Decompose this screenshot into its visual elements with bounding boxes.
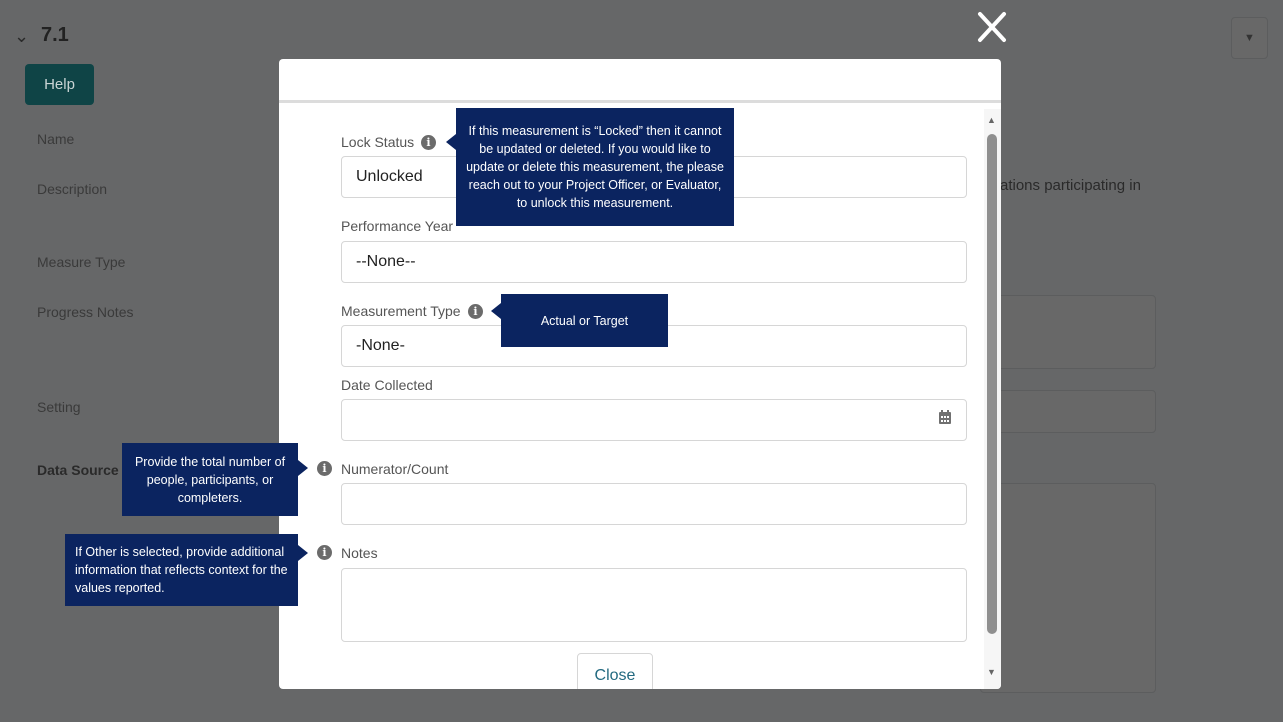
description-label: Description [37, 181, 108, 197]
notes-tooltip: If Other is selected, provide additional… [65, 534, 298, 606]
scroll-up-icon[interactable]: ▲ [987, 115, 996, 125]
info-icon[interactable]: i [317, 545, 332, 560]
close-modal-icon[interactable] [976, 8, 1008, 46]
lock-status-value: Unlocked [356, 168, 423, 185]
tooltip-arrow [298, 545, 308, 561]
progress-notes-textarea[interactable] [980, 295, 1156, 369]
modal-scrollbar[interactable]: ▲ ▼ [984, 109, 1001, 689]
numerator-label: Numerator/Count [341, 461, 449, 477]
calendar-icon[interactable] [938, 410, 952, 430]
progress-notes-label: Progress Notes [37, 304, 134, 320]
measure-type-label: Measure Type [37, 254, 126, 270]
scroll-down-icon[interactable]: ▼ [987, 667, 996, 677]
setting-input[interactable] [980, 390, 1156, 433]
data-source-label: Data Source [37, 462, 119, 478]
date-collected-label: Date Collected [341, 377, 433, 393]
date-collected-input[interactable] [341, 399, 967, 441]
tooltip-arrow [446, 134, 456, 150]
lock-status-label: Lock Status [341, 134, 415, 150]
actions-dropdown[interactable]: ▼ [1231, 17, 1268, 59]
tooltip-arrow [298, 460, 308, 476]
performance-year-label: Performance Year [341, 218, 454, 234]
collapse-chevron-icon[interactable]: ⌄ [14, 26, 29, 47]
measurement-type-value: -None- [356, 337, 405, 354]
info-icon[interactable]: i [468, 304, 483, 319]
info-icon[interactable]: i [317, 461, 332, 476]
lock-status-tooltip: If this measurement is “Locked” then it … [456, 108, 734, 226]
help-button[interactable]: Help [25, 64, 94, 105]
numerator-input[interactable] [341, 483, 967, 525]
modal-header [279, 59, 1001, 103]
measurement-type-tooltip: Actual or Target [501, 294, 668, 347]
close-button[interactable]: Close [577, 653, 653, 689]
performance-year-value: --None-- [356, 253, 416, 270]
section-title: 7.1 [41, 24, 69, 46]
tooltip-arrow [491, 303, 501, 319]
scrollbar-thumb[interactable] [987, 134, 997, 634]
data-source-box[interactable] [980, 483, 1156, 693]
notes-label: Notes [341, 545, 378, 561]
notes-textarea[interactable] [341, 568, 967, 642]
setting-label: Setting [37, 399, 81, 415]
numerator-tooltip: Provide the total number of people, part… [122, 443, 298, 516]
info-icon[interactable]: i [421, 135, 436, 150]
measurement-type-label: Measurement Type [341, 303, 461, 319]
caret-down-icon: ▼ [1244, 32, 1255, 44]
performance-year-select[interactable]: --None-- [341, 241, 967, 283]
description-text: ations participating in [1000, 177, 1141, 194]
name-label: Name [37, 131, 75, 147]
